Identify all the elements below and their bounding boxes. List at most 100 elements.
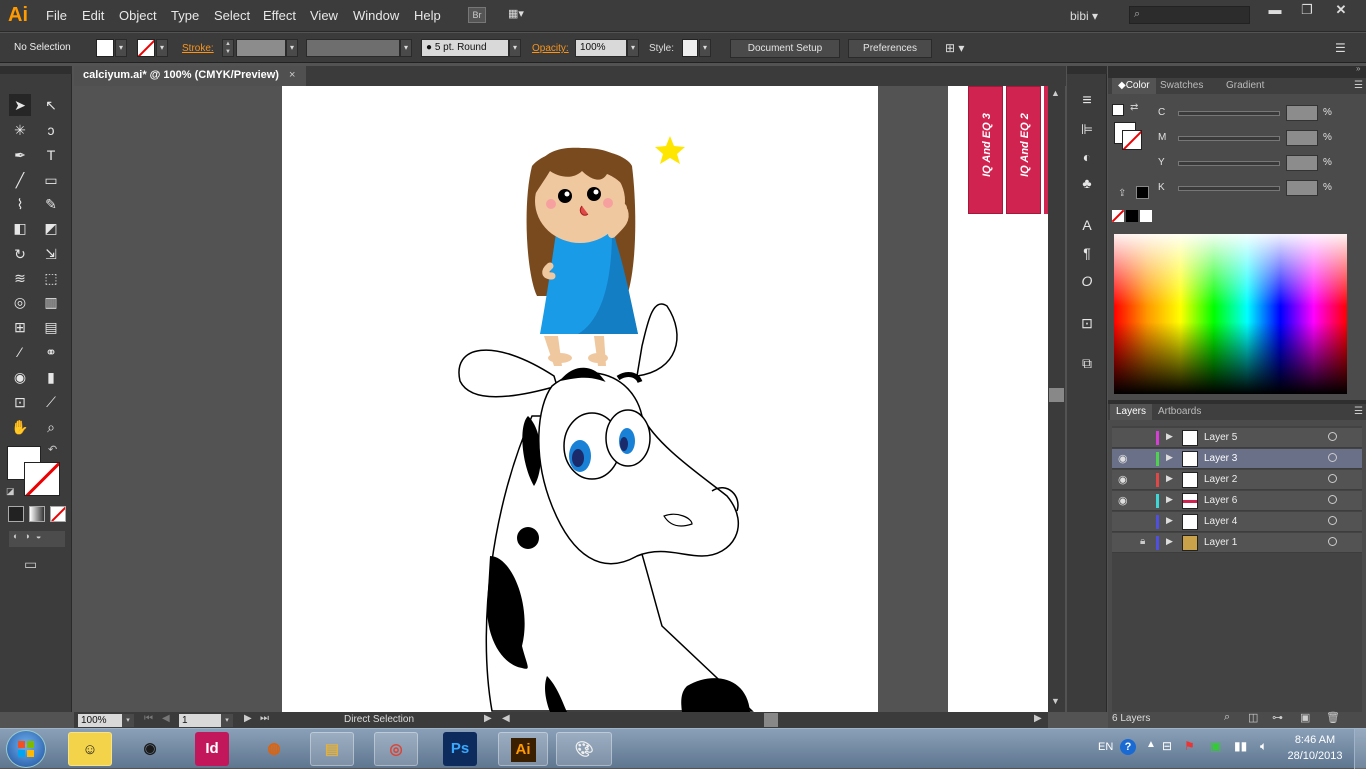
hscroll-thumb[interactable]	[764, 713, 778, 727]
slider-y[interactable]: Y %	[1156, 154, 1366, 174]
artboard-main[interactable]	[282, 86, 878, 712]
variable-width-profile[interactable]	[306, 39, 400, 57]
target-circle-icon[interactable]	[1328, 516, 1337, 525]
color-panel-menu-icon[interactable]: ☰	[1354, 80, 1363, 91]
restore-button[interactable]: ❐	[1290, 2, 1324, 20]
drawing-modes-icon[interactable]: ◐◑◒	[9, 531, 65, 547]
visibility-eye-icon[interactable]: ◉	[1118, 452, 1128, 465]
opacity-field[interactable]: 100%	[575, 39, 627, 57]
paint-app-icon[interactable]: 🎨︎	[556, 732, 612, 766]
zoom-field[interactable]: 100%	[78, 714, 122, 727]
layer-name[interactable]: Layer 1	[1204, 537, 1237, 548]
menu-object[interactable]: Object	[119, 8, 157, 23]
blob-brush-tool-icon[interactable]: ◧	[9, 217, 31, 239]
action-center-icon[interactable]: ⚑	[1184, 739, 1195, 753]
brushes-panel-icon[interactable]: ≡	[1076, 90, 1098, 112]
tab-artboards[interactable]: Artboards	[1152, 404, 1207, 420]
perspective-grid-tool-icon[interactable]: ▥	[40, 291, 62, 313]
pps-app-icon[interactable]: ☺	[68, 732, 112, 766]
clock-time[interactable]: 8:46 AM	[1285, 734, 1345, 746]
value-c[interactable]	[1286, 105, 1318, 121]
layer-row-4[interactable]: ▶ Layer 4	[1112, 512, 1362, 532]
pencil-tool-icon[interactable]: ✎	[40, 193, 62, 215]
scale-tool-icon[interactable]: ⇲	[40, 243, 62, 265]
scroll-thumb[interactable]	[1049, 388, 1064, 402]
black-swatch[interactable]	[1136, 186, 1149, 199]
symbol-sprayer-tool-icon[interactable]: ◉	[9, 366, 31, 388]
opacity-label[interactable]: Opacity:	[532, 43, 569, 54]
search-input[interactable]: ⌕	[1129, 6, 1250, 24]
volume-icon[interactable]: 🔈︎	[1260, 739, 1267, 754]
scroll-down-icon[interactable]: ▼	[1051, 696, 1060, 706]
mini-swap-icon[interactable]: ⇄	[1130, 102, 1138, 113]
new-layer-icon[interactable]: ▣	[1300, 711, 1310, 724]
menu-type[interactable]: Type	[171, 8, 199, 23]
white-color-chip[interactable]	[1140, 210, 1152, 222]
mini-fill-icon[interactable]	[1112, 104, 1124, 116]
expand-arrow-icon[interactable]: ▶	[1166, 473, 1173, 484]
line-tool-icon[interactable]: ╱	[9, 169, 31, 191]
document-setup-button[interactable]: Document Setup	[730, 39, 840, 58]
zoom-tool-icon[interactable]: ⌕	[40, 416, 62, 438]
slider-m[interactable]: M %	[1156, 129, 1366, 149]
eraser-tool-icon[interactable]: ◩	[40, 217, 62, 239]
none-mode-icon[interactable]	[50, 506, 66, 522]
hscroll-left-icon[interactable]: ◀	[502, 713, 510, 724]
tab-color[interactable]: ◆Color	[1112, 78, 1156, 94]
hand-tool-icon[interactable]: ✋	[9, 416, 31, 438]
brush-dropdown[interactable]: ▾	[509, 39, 521, 57]
lock-icon[interactable]: 🔒︎	[1140, 536, 1145, 547]
clock-date[interactable]: 28/10/2013	[1280, 750, 1350, 762]
black-color-chip[interactable]	[1126, 210, 1138, 222]
tab-swatches[interactable]: Swatches	[1154, 78, 1209, 94]
target-circle-icon[interactable]	[1328, 453, 1337, 462]
photoshop-taskbar-icon[interactable]: Ps	[443, 732, 477, 766]
next-artboard-icon[interactable]: ▶	[244, 713, 252, 724]
file-explorer-icon[interactable]: ▤	[310, 732, 354, 766]
preferences-button[interactable]: Preferences	[848, 39, 932, 58]
value-y[interactable]	[1286, 155, 1318, 171]
delete-layer-icon[interactable]: 🗑︎	[1326, 711, 1340, 724]
layer-row-6[interactable]: ◉ ▶ Layer 6	[1112, 491, 1362, 511]
locate-object-icon[interactable]: ⌕	[1224, 711, 1230, 724]
appearance-panel-icon[interactable]: ◐	[1076, 146, 1098, 168]
slice-tool-icon[interactable]: ⟋	[40, 391, 62, 413]
safely-remove-icon[interactable]: ▣	[1210, 739, 1221, 753]
stroke-swatch[interactable]	[137, 39, 155, 57]
artboard-number-field[interactable]: 1	[179, 714, 221, 727]
warp-tool-icon[interactable]: ≋	[9, 267, 31, 289]
zoom-dropdown[interactable]: ▾	[122, 714, 134, 727]
make-clipping-mask-icon[interactable]: ◫	[1248, 711, 1258, 724]
selection-tool-icon[interactable]: ➤	[9, 94, 31, 116]
graph-tool-icon[interactable]: ▮	[40, 366, 62, 388]
show-desktop-button[interactable]	[1354, 729, 1366, 769]
slider-c[interactable]: C %	[1156, 104, 1366, 124]
color-spectrum[interactable]	[1114, 234, 1347, 394]
visibility-eye-icon[interactable]: ◉	[1118, 473, 1128, 486]
media-player-icon[interactable]: ◉	[128, 732, 172, 766]
layers-panel-menu-icon[interactable]: ☰	[1354, 406, 1363, 417]
opentype-panel-icon[interactable]: O	[1076, 270, 1098, 292]
type-tool-icon[interactable]: T	[40, 144, 62, 166]
default-colors-icon[interactable]: ◪	[6, 486, 15, 497]
blend-tool-icon[interactable]: ⚭	[40, 341, 62, 363]
menu-help[interactable]: Help	[414, 8, 441, 23]
layer-row-3[interactable]: ◉ ▶ Layer 3	[1112, 449, 1362, 469]
last-artboard-icon[interactable]: ⏭	[260, 713, 269, 724]
close-window-button[interactable]: ✕	[1324, 2, 1358, 20]
stroke-weight-field[interactable]	[236, 39, 286, 57]
eyedropper-tool-icon[interactable]: ⁄	[9, 341, 31, 363]
menu-view[interactable]: View	[310, 8, 338, 23]
help-tray-icon[interactable]: ?	[1120, 739, 1136, 755]
tab-layers[interactable]: Layers	[1110, 404, 1153, 420]
lasso-tool-icon[interactable]: ↄ	[40, 119, 62, 141]
layer-name[interactable]: Layer 6	[1204, 495, 1237, 506]
align-panel-icon[interactable]: ⊫	[1076, 118, 1098, 140]
layer-name[interactable]: Layer 4	[1204, 516, 1237, 527]
gradient-mode-icon[interactable]	[29, 506, 45, 522]
bridge-button[interactable]: Br	[468, 7, 486, 23]
character-panel-icon[interactable]: A	[1076, 214, 1098, 236]
pen-tool-icon[interactable]: ✒	[9, 144, 31, 166]
track-m[interactable]	[1178, 136, 1280, 141]
expand-arrow-icon[interactable]: ▶	[1166, 452, 1173, 463]
